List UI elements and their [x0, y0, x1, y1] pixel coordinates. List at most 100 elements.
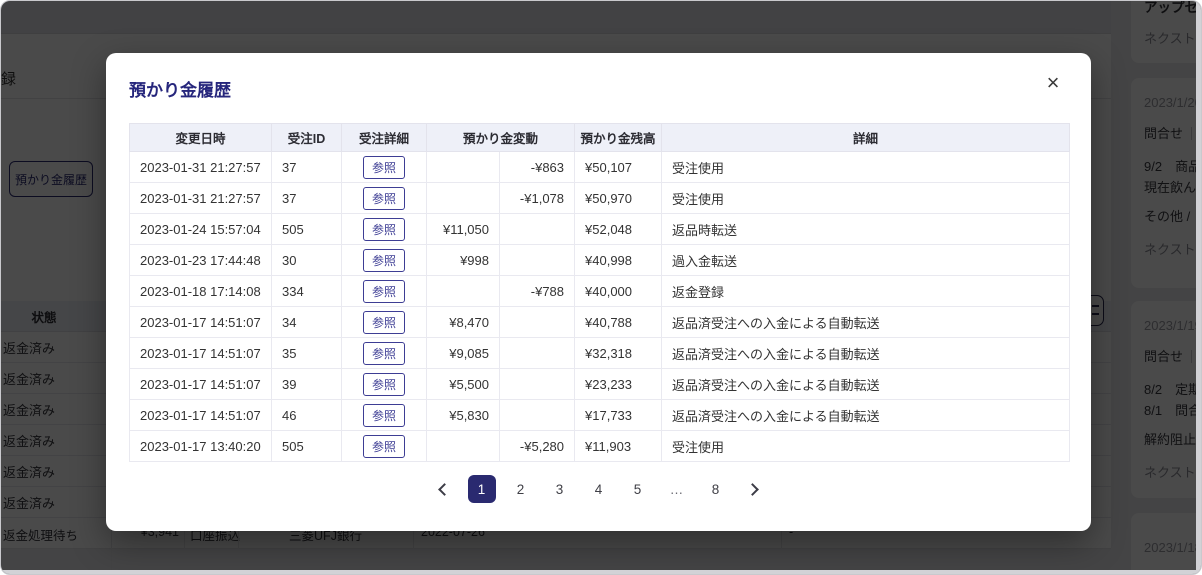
cell-decrease — [500, 338, 575, 369]
table-row: 2023-01-31 21:27:57 37 参照 -¥863 ¥50,107 … — [130, 152, 1070, 183]
cell-order-id: 37 — [272, 152, 342, 183]
table-row: 2023-01-17 14:51:07 35 参照 ¥9,085 ¥32,318… — [130, 338, 1070, 369]
page-button[interactable]: 4 — [585, 475, 613, 503]
table-row: 2023-01-17 14:51:07 46 参照 ¥5,830 ¥17,733… — [130, 400, 1070, 431]
cell-increase: ¥11,050 — [427, 214, 500, 245]
cell-datetime: 2023-01-23 17:44:48 — [130, 245, 272, 276]
cell-order-id: 505 — [272, 214, 342, 245]
header-cell-balance: 預かり金残高 — [575, 124, 662, 152]
cell-decrease: -¥863 — [500, 152, 575, 183]
cell-increase — [427, 276, 500, 307]
cell-order-id: 35 — [272, 338, 342, 369]
cell-balance: ¥40,000 — [575, 276, 662, 307]
table-row: 2023-01-23 17:44:48 30 参照 ¥998 ¥40,998 過… — [130, 245, 1070, 276]
cell-datetime: 2023-01-17 14:51:07 — [130, 400, 272, 431]
cell-decrease: -¥788 — [500, 276, 575, 307]
modal-title: 預かり金履歴 — [129, 76, 231, 101]
cell-detail: 返金登録 — [662, 276, 1070, 307]
cell-detail: 返品済受注への入金による自動転送 — [662, 400, 1070, 431]
cell-datetime: 2023-01-17 14:51:07 — [130, 307, 272, 338]
cell-increase: ¥9,085 — [427, 338, 500, 369]
cell-balance: ¥32,318 — [575, 338, 662, 369]
cell-balance: ¥50,970 — [575, 183, 662, 214]
scrollbar-vertical[interactable] — [1196, 1, 1201, 575]
cell-detail: 返品時転送 — [662, 214, 1070, 245]
ref-button[interactable]: 参照 — [363, 218, 405, 241]
ref-button[interactable]: 参照 — [363, 435, 405, 458]
header-cell-order-detail: 受注詳細 — [342, 124, 427, 152]
header-cell-detail: 詳細 — [662, 124, 1070, 152]
cell-increase: ¥5,500 — [427, 369, 500, 400]
pagination-ellipsis: … — [663, 475, 691, 503]
pagination-prev-button[interactable] — [429, 475, 457, 503]
cell-increase: ¥998 — [427, 245, 500, 276]
cell-decrease — [500, 214, 575, 245]
cell-order-id: 30 — [272, 245, 342, 276]
cell-detail: 受注使用 — [662, 152, 1070, 183]
cell-detail: 過入金転送 — [662, 245, 1070, 276]
page-button[interactable]: 3 — [546, 475, 574, 503]
cell-order-id: 39 — [272, 369, 342, 400]
deposit-history-table: 変更日時 受注ID 受注詳細 預かり金変動 預かり金残高 詳細 2023-01-… — [129, 123, 1070, 462]
ref-button[interactable]: 参照 — [363, 311, 405, 334]
cell-decrease — [500, 369, 575, 400]
cell-decrease — [500, 400, 575, 431]
table-header-row: 変更日時 受注ID 受注詳細 預かり金変動 預かり金残高 詳細 — [130, 124, 1070, 152]
page-button-active[interactable]: 1 — [468, 475, 496, 503]
page-button[interactable]: 2 — [507, 475, 535, 503]
scrollbar-horizontal[interactable] — [1, 570, 1202, 574]
header-cell-datetime: 変更日時 — [130, 124, 272, 152]
ref-button[interactable]: 参照 — [363, 249, 405, 272]
cell-detail: 返品済受注への入金による自動転送 — [662, 307, 1070, 338]
ref-button[interactable]: 参照 — [363, 404, 405, 427]
header-cell-order-id: 受注ID — [272, 124, 342, 152]
page-button[interactable]: 8 — [702, 475, 730, 503]
header-cell-change: 預かり金変動 — [427, 124, 575, 152]
table-row: 2023-01-17 14:51:07 34 参照 ¥8,470 ¥40,788… — [130, 307, 1070, 338]
ref-button[interactable]: 参照 — [363, 373, 405, 396]
cell-order-id: 505 — [272, 431, 342, 462]
cell-datetime: 2023-01-31 21:27:57 — [130, 183, 272, 214]
cell-increase — [427, 152, 500, 183]
cell-decrease: -¥1,078 — [500, 183, 575, 214]
chevron-right-icon — [746, 483, 759, 496]
pagination-next-button[interactable] — [741, 475, 769, 503]
cell-datetime: 2023-01-17 14:51:07 — [130, 369, 272, 400]
cell-order-id: 34 — [272, 307, 342, 338]
cell-datetime: 2023-01-18 17:14:08 — [130, 276, 272, 307]
cell-increase: ¥8,470 — [427, 307, 500, 338]
cell-balance: ¥40,998 — [575, 245, 662, 276]
table-row: 2023-01-31 21:27:57 37 参照 -¥1,078 ¥50,97… — [130, 183, 1070, 214]
cell-balance: ¥50,107 — [575, 152, 662, 183]
table-row: 2023-01-17 13:40:20 505 参照 -¥5,280 ¥11,9… — [130, 431, 1070, 462]
cell-datetime: 2023-01-24 15:57:04 — [130, 214, 272, 245]
cell-order-id: 46 — [272, 400, 342, 431]
close-icon[interactable]: × — [1039, 69, 1067, 97]
cell-decrease — [500, 307, 575, 338]
deposit-history-modal: 預かり金履歴 × 変更日時 受注ID 受注詳細 預かり金変動 預かり金残高 詳細 — [106, 53, 1091, 531]
cell-detail: 受注使用 — [662, 183, 1070, 214]
cell-detail: 受注使用 — [662, 431, 1070, 462]
table-row: 2023-01-24 15:57:04 505 参照 ¥11,050 ¥52,0… — [130, 214, 1070, 245]
cell-balance: ¥40,788 — [575, 307, 662, 338]
ref-button[interactable]: 参照 — [363, 187, 405, 210]
cell-increase — [427, 183, 500, 214]
ref-button[interactable]: 参照 — [363, 156, 405, 179]
cell-datetime: 2023-01-31 21:27:57 — [130, 152, 272, 183]
table-row: 2023-01-18 17:14:08 334 参照 -¥788 ¥40,000… — [130, 276, 1070, 307]
chevron-left-icon — [438, 483, 451, 496]
cell-detail: 返品済受注への入金による自動転送 — [662, 369, 1070, 400]
ref-button[interactable]: 参照 — [363, 280, 405, 303]
table-row: 2023-01-17 14:51:07 39 参照 ¥5,500 ¥23,233… — [130, 369, 1070, 400]
page-button[interactable]: 5 — [624, 475, 652, 503]
cell-decrease — [500, 245, 575, 276]
cell-datetime: 2023-01-17 13:40:20 — [130, 431, 272, 462]
cell-balance: ¥52,048 — [575, 214, 662, 245]
cell-balance: ¥11,903 — [575, 431, 662, 462]
ref-button[interactable]: 参照 — [363, 342, 405, 365]
cell-increase — [427, 431, 500, 462]
browser-window: 録 預かり金履歴 状態 返金済み 返金済み 返金済み 返金済み 返金済み 返金済… — [0, 0, 1202, 575]
cell-detail: 返品済受注への入金による自動転送 — [662, 338, 1070, 369]
pagination: 1 2 3 4 5 … 8 — [106, 475, 1091, 503]
cell-order-id: 37 — [272, 183, 342, 214]
